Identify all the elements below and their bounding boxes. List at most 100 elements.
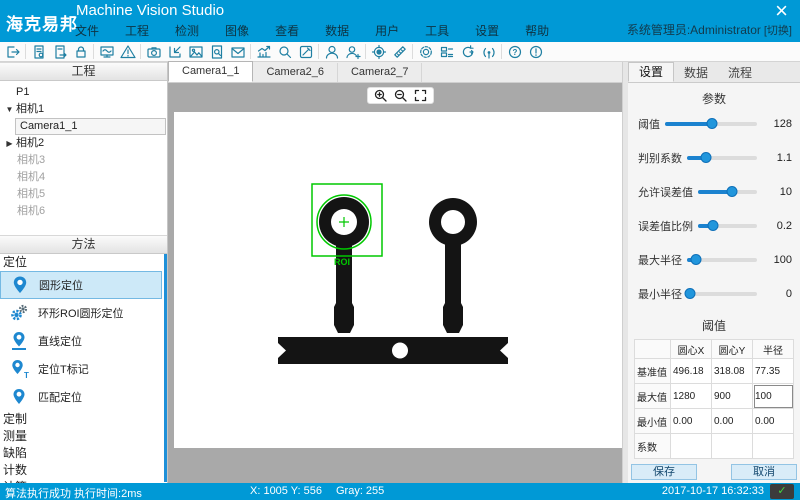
bar-hole: [392, 343, 408, 359]
menu-file[interactable]: 文件: [62, 20, 112, 41]
image-canvas[interactable]: ROI: [168, 83, 622, 483]
method-item-ring-roi-circle-locate[interactable]: 环形ROI圆形定位: [0, 299, 162, 327]
tree-item-camera1-1[interactable]: Camera1_1: [15, 118, 166, 135]
warning-icon[interactable]: [117, 43, 138, 61]
slider-thumb[interactable]: [707, 220, 718, 231]
col-center-x: 圆心X: [671, 340, 712, 359]
switch-user-link[interactable]: [切换]: [764, 25, 792, 37]
settings-gear-icon[interactable]: [415, 43, 436, 61]
tab-camera2-6[interactable]: Camera2_6: [253, 63, 337, 82]
slider-thumb[interactable]: [706, 118, 717, 129]
sync-icon[interactable]: [457, 43, 478, 61]
tree-item-camera2[interactable]: ▶ 相机2: [0, 135, 167, 152]
expand-arrow-icon[interactable]: ▼: [4, 101, 15, 118]
menu-image[interactable]: 图像: [212, 20, 262, 41]
camera-tab-bar: Camera1_1 Camera2_6 Camera2_7: [168, 62, 622, 83]
toolbar-separator: [93, 44, 94, 59]
method-item-locate-t-mark[interactable]: T 定位T标记: [0, 355, 162, 383]
error-ratio-slider[interactable]: [698, 224, 757, 228]
inspection-image[interactable]: ROI: [174, 112, 622, 448]
table-row-min: 最小值 0.00 0.00 0.00: [635, 409, 794, 434]
broadcast-icon[interactable]: [478, 43, 499, 61]
method-category-count[interactable]: 计数: [0, 462, 167, 479]
table-row-baseline: 基准值 496.18 318.08 77.35: [635, 359, 794, 384]
monitor-icon[interactable]: [96, 43, 117, 61]
layout-icon[interactable]: [436, 43, 457, 61]
tree-item-camera4[interactable]: 相机4: [0, 169, 167, 186]
tab-data[interactable]: 数据: [674, 64, 718, 82]
tab-camera2-7[interactable]: Camera2_7: [338, 63, 422, 82]
project-export-icon[interactable]: [49, 43, 70, 61]
cancel-button[interactable]: 取消: [731, 464, 797, 480]
allowed-error-slider[interactable]: [698, 190, 757, 194]
menu-inspect[interactable]: 检测: [162, 20, 212, 41]
discriminant-slider[interactable]: [687, 156, 757, 160]
menu-data[interactable]: 数据: [312, 20, 362, 41]
tree-item-p1[interactable]: P1: [0, 84, 167, 101]
lock-icon[interactable]: [70, 43, 91, 61]
ruler-icon[interactable]: [389, 43, 410, 61]
exit-icon[interactable]: [2, 43, 23, 61]
tree-item-camera5[interactable]: 相机5: [0, 186, 167, 203]
tab-flow[interactable]: 流程: [718, 64, 762, 82]
current-user-label: 系统管理员:Administrator[切换]: [627, 21, 792, 38]
method-item-circle-locate[interactable]: 圆形定位: [0, 271, 162, 299]
report-search-icon[interactable]: [206, 43, 227, 61]
status-datetime: 2017-10-17 16:32:33: [662, 485, 764, 497]
status-cursor-info: X: 1005 Y: 556Gray: 255: [250, 485, 398, 497]
search-icon[interactable]: [274, 43, 295, 61]
fit-view-icon[interactable]: [414, 89, 427, 102]
method-category-measure[interactable]: 测量: [0, 428, 167, 445]
tree-item-camera1[interactable]: ▼ 相机1: [0, 101, 167, 118]
threshold-slider[interactable]: [665, 122, 757, 126]
statistics-icon[interactable]: [253, 43, 274, 61]
target-icon[interactable]: [368, 43, 389, 61]
zoom-toolbar: [367, 87, 434, 104]
method-category-defect[interactable]: 缺陷: [0, 445, 167, 462]
methods-scrollbar[interactable]: [164, 254, 167, 482]
image-icon[interactable]: [185, 43, 206, 61]
zoom-out-icon[interactable]: [394, 89, 407, 102]
table-row-max: 最大值 1280 900 100: [635, 384, 794, 409]
method-category-custom[interactable]: 定制: [0, 411, 167, 428]
menu-project[interactable]: 工程: [112, 20, 162, 41]
min-radius-slider[interactable]: [687, 292, 757, 296]
mail-icon[interactable]: [227, 43, 248, 61]
project-settings-icon[interactable]: [28, 43, 49, 61]
method-item-match-locate[interactable]: 匹配定位: [0, 383, 162, 411]
methods-list: 定位 圆形定位 环形ROI圆形定位 直线定位 T 定位T标记 匹配定位 定制 测…: [0, 254, 167, 482]
tree-item-camera3[interactable]: 相机3: [0, 152, 167, 169]
tree-item-camera6[interactable]: 相机6: [0, 203, 167, 220]
close-icon[interactable]: ×: [775, 0, 788, 22]
main-toolbar: ?: [0, 42, 800, 62]
user-add-icon[interactable]: [342, 43, 363, 61]
menu-view[interactable]: 查看: [262, 20, 312, 41]
slider-thumb[interactable]: [700, 152, 711, 163]
import-image-icon[interactable]: [164, 43, 185, 61]
menu-settings[interactable]: 设置: [462, 20, 512, 41]
camera-icon[interactable]: [143, 43, 164, 61]
slider-thumb[interactable]: [691, 254, 702, 265]
slider-min-radius: 最小半径 0: [628, 277, 800, 311]
methods-panel-header: 方法: [0, 235, 167, 254]
menu-user[interactable]: 用户: [362, 20, 412, 41]
slider-thumb[interactable]: [726, 186, 737, 197]
user-icon[interactable]: [321, 43, 342, 61]
collapse-arrow-icon[interactable]: ▶: [4, 135, 15, 152]
tools-icon[interactable]: [295, 43, 316, 61]
project-panel-header: 工程: [0, 62, 167, 81]
tab-settings[interactable]: 设置: [628, 62, 674, 82]
method-item-line-locate[interactable]: 直线定位: [0, 327, 162, 355]
tab-camera1-1[interactable]: Camera1_1: [168, 61, 253, 82]
help-icon[interactable]: ?: [504, 43, 525, 61]
about-icon[interactable]: [525, 43, 546, 61]
zoom-in-icon[interactable]: [374, 89, 387, 102]
threshold-section-header: 阈值: [628, 317, 800, 334]
max-radius-slider[interactable]: [687, 258, 757, 262]
menu-help[interactable]: 帮助: [512, 20, 562, 41]
slider-thumb[interactable]: [684, 288, 695, 299]
focused-cell[interactable]: 100: [753, 384, 794, 409]
menu-tools[interactable]: 工具: [412, 20, 462, 41]
save-button[interactable]: 保存: [631, 464, 697, 480]
method-category-locate[interactable]: 定位: [0, 254, 167, 271]
